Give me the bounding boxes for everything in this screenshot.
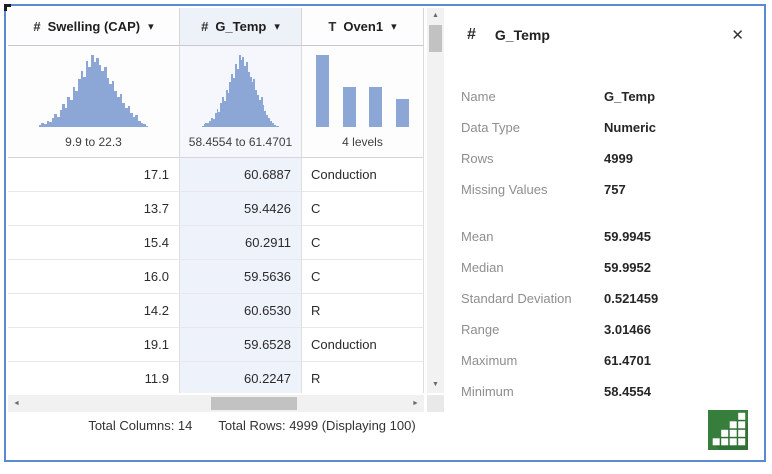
field-row: Standard Deviation 0.521459 <box>461 283 748 314</box>
field-row: Minimum 58.4554 <box>461 376 748 407</box>
field-row: Missing Values 757 <box>461 174 748 205</box>
field-label: Data Type <box>461 120 521 135</box>
field-value: 3.01466 <box>604 322 651 337</box>
numeric-type-icon: # <box>467 26 476 43</box>
field-row: Maximum 61.4701 <box>461 345 748 376</box>
field-label: Standard Deviation <box>461 291 572 306</box>
field-value: G_Temp <box>604 89 656 104</box>
field-row: Name G_Temp <box>461 81 748 112</box>
grid-cell: Conduction <box>302 328 424 362</box>
grid-cell: C <box>302 192 424 226</box>
field-label: Rows <box>461 151 494 166</box>
grid-cell: 60.2247 <box>180 362 302 393</box>
data-grid-pane: # Swelling (CAP) ▾ # G_Temp ▾ T Oven1 ▾ … <box>6 6 446 460</box>
grid-cell: R <box>302 362 424 393</box>
grid-cell: 11.9 <box>8 362 180 393</box>
chevron-down-icon[interactable]: ▾ <box>391 20 397 33</box>
g-temp-histogram <box>201 55 280 127</box>
grid-cell: C <box>302 226 424 260</box>
panel-header: # G_Temp ✕ <box>461 23 748 47</box>
swelling-histogram <box>38 55 149 127</box>
grid-cell: 17.1 <box>8 158 180 192</box>
grid-cell: 60.2911 <box>180 226 302 260</box>
field-label: Range <box>461 322 500 337</box>
total-rows-label: Total Rows: 4999 (Displaying 100) <box>218 418 416 433</box>
panel-title: G_Temp <box>494 27 550 43</box>
column-details-panel: # G_Temp ✕ Name G_Temp Data Type Numeric R… <box>446 6 764 460</box>
column-header-g-temp[interactable]: # G_Temp ▾ <box>180 8 302 46</box>
field-row: Mean 59.9945 <box>461 221 748 252</box>
grid-cell: Conduction <box>302 158 424 192</box>
scrollbar-corner <box>427 395 444 412</box>
column-header-swelling[interactable]: # Swelling (CAP) ▾ <box>8 8 180 46</box>
grid-cell: 60.6530 <box>180 294 302 328</box>
total-columns-label: Total Columns: 14 <box>88 418 193 433</box>
scroll-right-icon[interactable]: ► <box>407 396 424 412</box>
chevron-down-icon[interactable]: ▾ <box>274 20 280 33</box>
field-value: 0.521459 <box>604 291 659 306</box>
field-value: 757 <box>604 182 626 197</box>
grid-cell: C <box>302 260 424 294</box>
oven1-bar-chart <box>302 55 423 127</box>
field-label: Missing Values <box>461 182 548 197</box>
field-value: 61.4701 <box>604 353 651 368</box>
field-value: 58.4554 <box>604 384 651 399</box>
column-header-label: Swelling (CAP) <box>47 19 141 34</box>
grid-cell: 19.1 <box>8 328 180 362</box>
grid-cell: 60.6887 <box>180 158 302 192</box>
chevron-down-icon[interactable]: ▾ <box>148 20 154 33</box>
numeric-type-icon: # <box>201 19 209 34</box>
field-row: Rows 4999 <box>461 143 748 174</box>
grid-cell: 16.0 <box>8 260 180 294</box>
oven1-summary-cell: 4 levels <box>302 46 424 158</box>
vertical-scroll-thumb[interactable] <box>429 25 442 52</box>
swelling-summary-cell: 9.9 to 22.3 <box>8 46 180 158</box>
grid-cell: 14.2 <box>8 294 180 328</box>
field-label: Mean <box>461 229 494 244</box>
field-value: 4999 <box>604 151 633 166</box>
histogram-blocks-icon[interactable] <box>708 410 748 450</box>
grid-cell: 13.7 <box>8 192 180 226</box>
grid-cell: 59.6528 <box>180 328 302 362</box>
column-range-label: 9.9 to 22.3 <box>65 135 122 149</box>
column-header-label: G_Temp <box>215 19 267 34</box>
column-header-label: Oven1 <box>343 19 384 34</box>
grid-cell: R <box>302 294 424 328</box>
field-value: 59.9952 <box>604 260 651 275</box>
numeric-type-icon: # <box>33 19 41 34</box>
column-range-label: 58.4554 to 61.4701 <box>188 135 293 149</box>
column-header-oven1[interactable]: T Oven1 ▾ <box>302 8 424 46</box>
scroll-down-icon[interactable]: ▼ <box>427 377 444 393</box>
field-label: Median <box>461 260 504 275</box>
field-row: Data Type Numeric <box>461 112 748 143</box>
field-value: Numeric <box>604 120 657 135</box>
data-grid: # Swelling (CAP) ▾ # G_Temp ▾ T Oven1 ▾ … <box>8 8 424 393</box>
grid-cell: 59.5636 <box>180 260 302 294</box>
field-label: Minimum <box>461 384 514 399</box>
grid-cell: 59.4426 <box>180 192 302 226</box>
data-preview-window: # Swelling (CAP) ▾ # G_Temp ▾ T Oven1 ▾ … <box>4 4 766 462</box>
column-levels-label: 4 levels <box>342 135 383 149</box>
text-type-icon: T <box>328 19 337 34</box>
field-value: 59.9945 <box>604 229 651 244</box>
field-row: Range 3.01466 <box>461 314 748 345</box>
g-temp-summary-cell: 58.4554 to 61.4701 <box>180 46 302 158</box>
grid-cell: 15.4 <box>8 226 180 260</box>
scroll-left-icon[interactable]: ◄ <box>8 396 25 412</box>
grid-footer: Total Columns: 14 Total Rows: 4999 (Disp… <box>6 418 446 433</box>
panel-fields: Name G_Temp Data Type Numeric Rows 4999 Mis… <box>461 81 748 407</box>
scroll-up-icon[interactable]: ▲ <box>427 8 444 24</box>
horizontal-scroll-thumb[interactable] <box>211 397 297 410</box>
horizontal-scrollbar[interactable]: ◄ ► <box>8 395 424 412</box>
vertical-scrollbar[interactable]: ▲ ▼ <box>427 8 444 393</box>
field-label: Name <box>461 89 496 104</box>
field-label: Maximum <box>461 353 518 368</box>
close-icon[interactable]: ✕ <box>727 26 748 45</box>
field-row: Median 59.9952 <box>461 252 748 283</box>
